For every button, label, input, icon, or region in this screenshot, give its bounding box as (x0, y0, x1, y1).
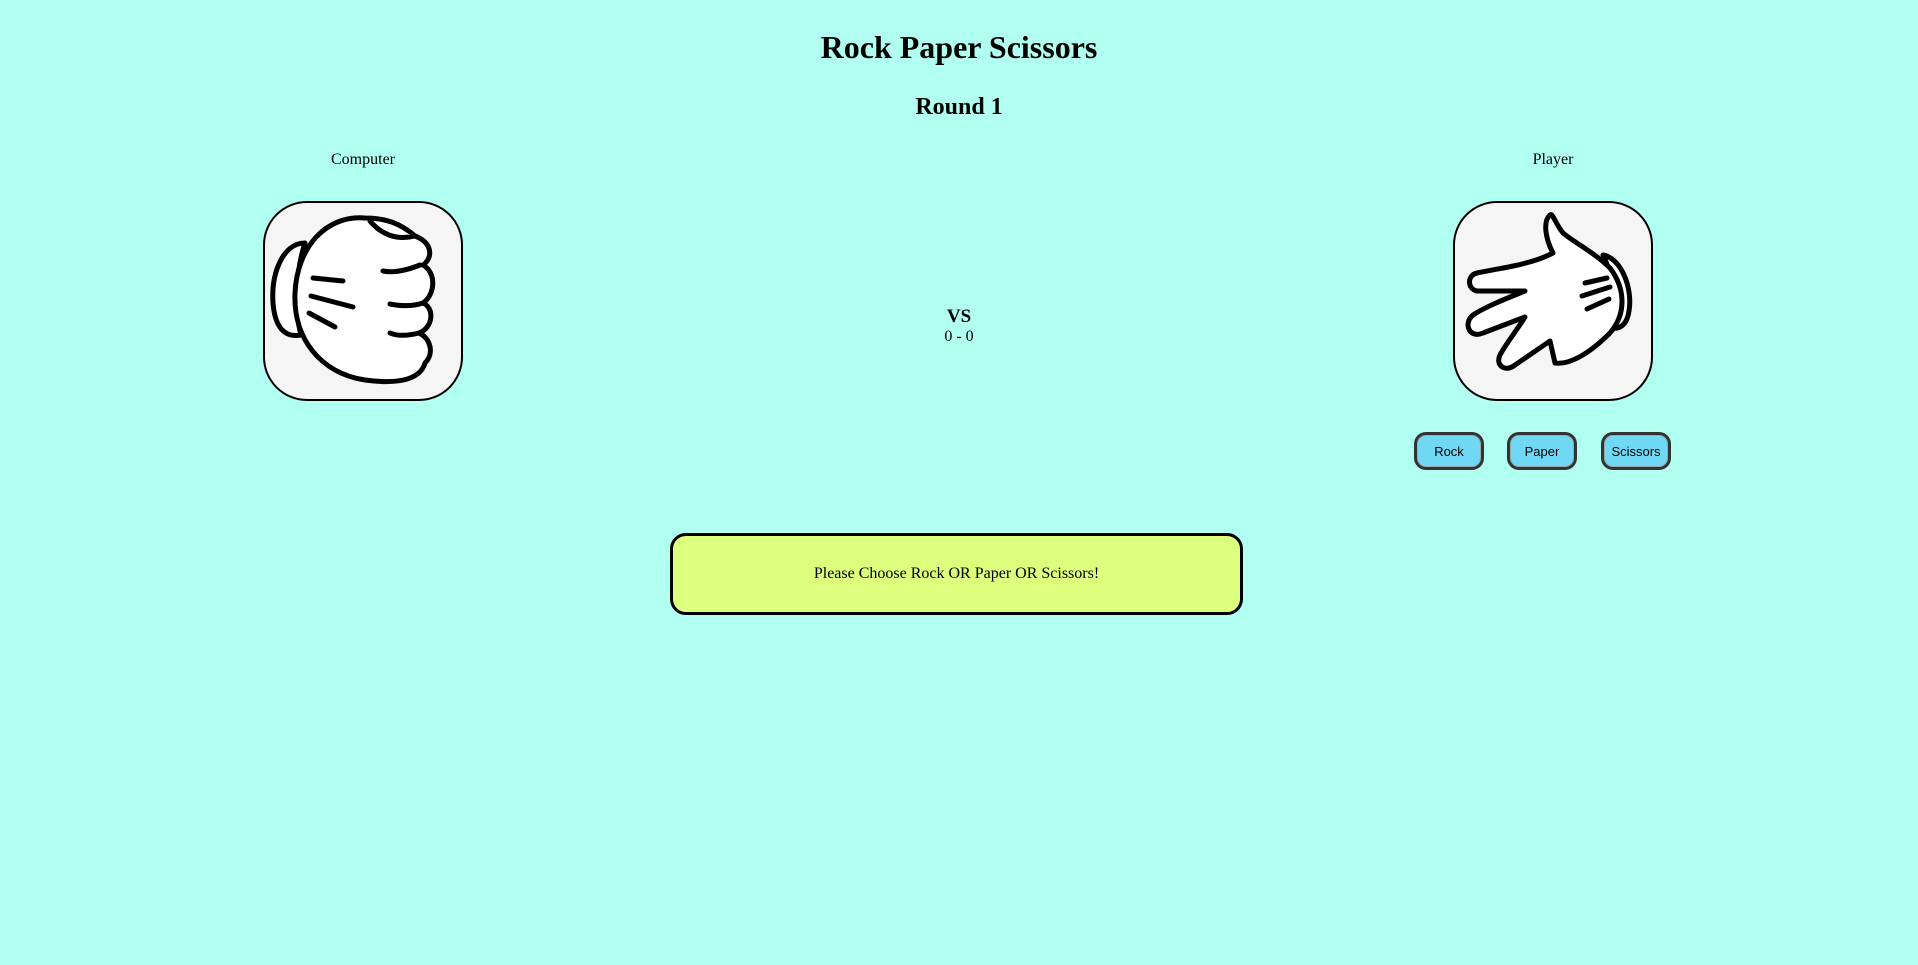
paper-hand-icon (1465, 212, 1633, 371)
computer-hand-display (263, 201, 463, 401)
page-title: Rock Paper Scissors (820, 29, 1098, 65)
computer-label: Computer (331, 151, 395, 168)
status-message-text: Please Choose Rock OR Paper OR Scissors! (813, 565, 1100, 582)
round-indicator: Round 1 (915, 94, 1003, 120)
scissors-button[interactable]: Scissors (1601, 432, 1671, 470)
status-message: Please Choose Rock OR Paper OR Scissors! (670, 533, 1243, 615)
rock-hand-icon (270, 215, 436, 385)
player-hand-display (1453, 201, 1653, 401)
score-display: 0 - 0 (944, 328, 974, 345)
rock-button[interactable]: Rock (1414, 432, 1484, 470)
paper-button[interactable]: Paper (1507, 432, 1577, 470)
player-label: Player (1532, 151, 1574, 168)
versus-label: VS (946, 306, 972, 327)
